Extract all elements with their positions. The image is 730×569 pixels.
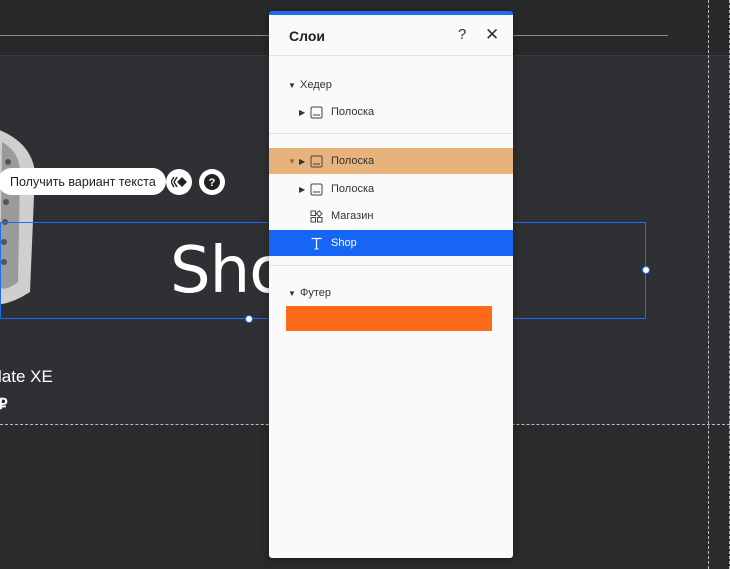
animation-button[interactable] — [166, 169, 192, 195]
caret-down-icon[interactable]: ▼ — [288, 81, 296, 90]
layer-label: Полоска — [331, 183, 375, 195]
product-price: ₽ — [0, 396, 8, 413]
layer-label: Хедер — [300, 79, 332, 91]
ai-text-button[interactable]: Получить вариант текста — [0, 168, 166, 195]
ai-text-button-label: Получить вариант текста — [10, 174, 156, 189]
resize-handle-right[interactable] — [642, 266, 650, 274]
layer-section-footer[interactable]: ▼ Футер — [269, 280, 513, 306]
close-icon[interactable]: ✕ — [485, 25, 499, 45]
layers-panel: Слои ? ✕ ▼ Хедер ▶ Полоска ▼ ▶ Полоска ▶… — [269, 11, 513, 558]
caret-right-icon[interactable]: ▶ — [299, 185, 305, 194]
layer-label: Полоска — [331, 155, 375, 167]
product-name: late XE — [0, 367, 53, 386]
drop-target-indicator — [286, 306, 492, 331]
layer-item-shop-selected[interactable]: Shop — [269, 230, 513, 256]
grid-apps-icon — [310, 209, 323, 222]
section-divider — [269, 133, 513, 134]
layer-item-strip[interactable]: ▶ Полоска — [269, 176, 513, 202]
layer-label: Shop — [331, 237, 357, 249]
panel-title: Слои — [289, 28, 325, 44]
layer-label: Магазин — [331, 210, 374, 222]
strip-layout-icon — [310, 183, 323, 195]
resize-handle-bottom[interactable] — [245, 315, 253, 323]
text-t-icon — [311, 237, 322, 249]
layer-item-store[interactable]: Магазин — [269, 203, 513, 229]
layer-item-dragged-strip[interactable]: ▼ ▶ Полоска — [269, 148, 513, 174]
section-divider — [269, 265, 513, 266]
strip-layout-icon — [310, 106, 323, 118]
layer-label: Полоска — [331, 106, 375, 118]
caret-right-icon[interactable]: ▶ — [299, 157, 305, 166]
vertical-guide — [708, 0, 709, 569]
strip-layout-icon — [310, 155, 323, 167]
question-icon[interactable]: ? — [458, 26, 466, 43]
help-button[interactable]: ? — [199, 169, 225, 195]
layer-label: Футер — [300, 287, 332, 299]
layer-section-header[interactable]: ▼ Хедер — [269, 72, 513, 98]
caret-right-icon[interactable]: ▶ — [299, 108, 305, 117]
layer-item-header-strip[interactable]: ▶ Полоска — [269, 99, 513, 125]
panel-header: Слои ? ✕ — [269, 15, 513, 56]
svg-text:?: ? — [209, 177, 216, 189]
help-icon: ? — [204, 174, 220, 190]
caret-down-icon[interactable]: ▼ — [288, 157, 296, 166]
caret-down-icon[interactable]: ▼ — [288, 289, 296, 298]
animation-icon — [171, 176, 187, 188]
